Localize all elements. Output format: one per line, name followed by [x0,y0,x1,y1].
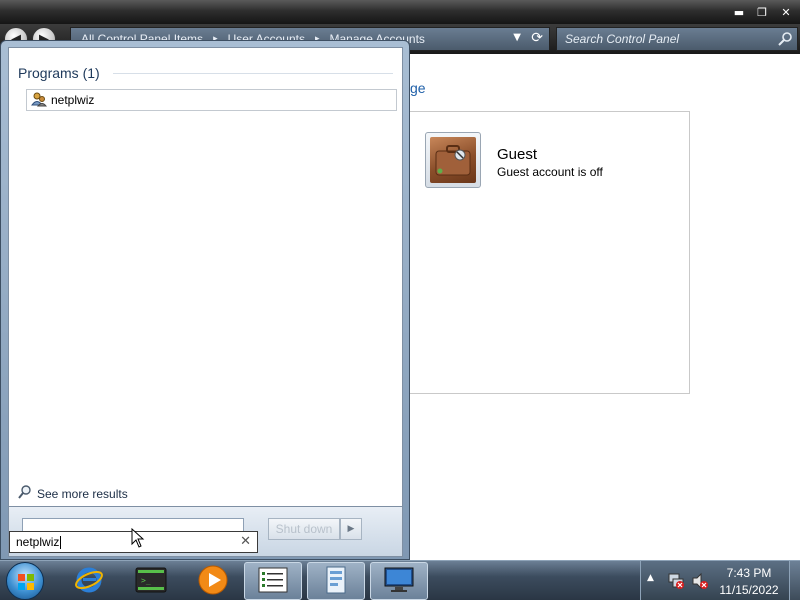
taskbar-remote-desktop[interactable] [370,562,428,600]
windows-logo-icon [18,574,34,590]
see-more-results-link[interactable]: See more results [17,484,128,503]
page-heading-fragment[interactable]: ge [410,80,426,96]
start-button[interactable] [6,562,44,600]
magnifier-icon [17,484,33,503]
results-group-title: Programs (1) [18,65,100,81]
media-player-icon [197,564,229,599]
shutdown-button[interactable]: Shut down [268,518,340,540]
clear-search-icon[interactable]: ✕ [240,534,251,549]
address-history-dropdown[interactable]: ▼ [513,32,521,43]
clock-time[interactable]: 7:43 PM [719,566,779,580]
taskbar-command-prompt[interactable]: >_ [122,562,180,600]
show-hidden-icons-button[interactable]: ▲ [647,573,654,583]
taskbar-control-panel[interactable] [307,562,365,600]
shutdown-options-arrow[interactable]: ▶ [340,518,362,540]
search-icon[interactable] [777,31,793,50]
monitor-icon [383,566,415,597]
list-window-icon [258,567,288,596]
internet-explorer-icon [74,565,104,598]
account-name[interactable]: Guest [497,146,537,163]
notification-area: ▲ 7:43 PM 11/15/2022 [640,561,800,600]
result-item-netplwiz[interactable]: netplwiz [26,89,397,111]
window-titlebar: ▬ ❐ ✕ [0,0,800,24]
user-accounts-icon [31,91,48,110]
taskbar-media-player[interactable] [184,562,242,600]
taskbar-internet-explorer[interactable] [60,562,118,600]
guest-account-picture[interactable] [425,132,481,188]
clock-date[interactable]: 11/15/2022 [715,583,783,597]
terminal-icon: >_ [135,566,167,597]
taskbar: >_ ▲ 7:43 PM 11/15/2022 [0,560,800,600]
result-label: netplwiz [51,93,95,107]
account-status: Guest account is off [497,165,603,179]
accounts-list: Guest Guest account is off [408,111,690,394]
control-panel-icon [321,565,351,598]
taskbar-task-list[interactable] [244,562,302,600]
group-divider [113,73,393,74]
show-desktop-button[interactable] [789,561,800,600]
maximize-button[interactable]: ❐ [752,3,772,21]
control-panel-search-input[interactable]: Search Control Panel [556,27,798,51]
briefcase-icon [430,137,476,183]
volume-muted-icon[interactable] [691,572,709,593]
search-input-text: netplwiz [16,535,60,549]
network-warning-icon[interactable] [667,572,685,593]
text-caret [60,535,62,549]
minimize-button[interactable]: ▬ [729,3,749,21]
see-more-label: See more results [37,486,128,501]
mouse-pointer-icon [131,527,145,551]
search-placeholder: Search Control Panel [565,32,680,46]
start-menu-results-pane: Programs (1) netplwiz See more results [8,47,403,507]
svg-text:>_: >_ [141,576,151,585]
close-button[interactable]: ✕ [776,3,796,21]
refresh-icon[interactable]: ⟳ [531,30,543,46]
start-menu: Programs (1) netplwiz See more results S… [0,40,410,560]
